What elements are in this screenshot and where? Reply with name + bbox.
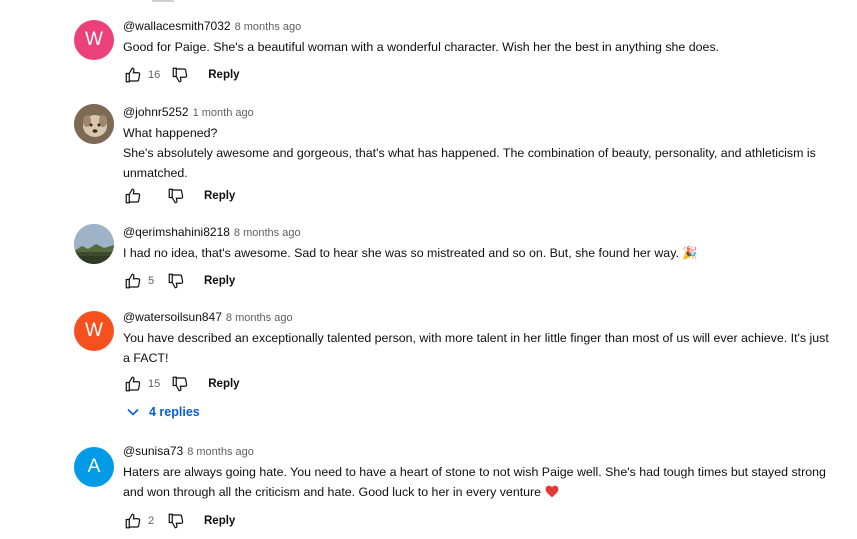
avatar[interactable]: W [74,20,114,60]
comment-line: She's absolutely awesome and gorgeous, t… [123,146,816,160]
avatar-letter: A [87,456,101,477]
reply-button[interactable]: Reply [208,378,239,390]
comment-line: unmatched. [123,166,188,180]
like-count: 5 [148,275,155,287]
avatar[interactable] [74,224,114,264]
thumbs-down-icon[interactable] [166,511,186,531]
comment-header: @wallacesmith7032 8 months ago [123,18,845,35]
comment-actions: 15 Reply [123,372,240,396]
thumbs-up-icon[interactable] [123,271,143,291]
comment-line: What happened? [123,126,218,140]
reply-button[interactable]: Reply [204,190,235,202]
author-name[interactable]: @watersoilsun847 [123,310,222,324]
comment-text: You have described an exceptionally tale… [123,328,845,368]
comment-text: I had no idea, that's awesome. Sad to he… [123,243,845,263]
view-replies-button[interactable]: 4 replies [127,405,200,419]
replies-label: 4 replies [149,405,200,419]
author-name[interactable]: @sunisa73 [123,444,183,458]
comment-line-with-emoji: and won through all the criticism and ha… [123,482,845,504]
comment-actions: 16 Reply [123,63,240,87]
author-name[interactable]: @qerimshahini8218 [123,225,230,239]
comment-line: Good for Paige. She's a beautiful woman … [123,40,720,54]
author-name[interactable]: @wallacesmith7032 [123,19,231,33]
comment-line: a FACT! [123,351,169,365]
comment-header: @watersoilsun847 8 months ago [123,309,845,326]
comment-actions: 5 Reply [123,269,235,293]
comment-line: You have described an exceptionally tale… [123,331,829,345]
comment-line: I had no idea, that's awesome. Sad to he… [123,246,698,260]
timestamp[interactable]: 1 month ago [193,107,254,119]
timestamp[interactable]: 8 months ago [235,21,302,33]
chevron-down-icon [127,408,139,416]
timestamp[interactable]: 8 months ago [187,446,254,458]
avatar-letter: W [85,29,103,50]
author-name[interactable]: @johnr5252 [123,105,189,119]
heart-emoji-icon [545,484,559,504]
avatar-letter: W [85,320,103,341]
comment-actions: 2 Reply [123,509,235,533]
dog-photo-avatar [74,104,114,144]
thumbs-up-icon[interactable] [123,511,143,531]
timestamp[interactable]: 8 months ago [226,312,293,324]
comment-text: Haters are always going hate. You need t… [123,462,845,504]
thumbs-down-icon[interactable] [170,65,190,85]
comment-line: Haters are always going hate. You need t… [123,465,826,479]
thumbs-down-icon[interactable] [170,374,190,394]
like-count: 2 [148,515,155,527]
thumbs-down-icon[interactable] [166,186,186,206]
comment-text: What happened? She's absolutely awesome … [123,123,845,183]
avatar[interactable]: A [74,447,114,487]
timestamp[interactable]: 8 months ago [234,227,301,239]
divider [152,0,174,2]
comment-actions: Reply [123,184,235,208]
reply-button[interactable]: Reply [208,69,239,81]
comment-text: Good for Paige. She's a beautiful woman … [123,37,845,57]
thumbs-down-icon[interactable] [166,271,186,291]
comment-line: and won through all the criticism and ha… [123,485,542,499]
comment-header: @johnr5252 1 month ago [123,104,845,121]
reply-button[interactable]: Reply [204,515,235,527]
comment-header: @qerimshahini8218 8 months ago [123,224,845,241]
thumbs-up-icon[interactable] [123,186,143,206]
reply-button[interactable]: Reply [204,275,235,287]
avatar[interactable]: W [74,311,114,351]
comment-header: @sunisa73 8 months ago [123,443,845,460]
thumbs-up-icon[interactable] [123,65,143,85]
thumbs-up-icon[interactable] [123,374,143,394]
like-count: 15 [148,378,161,390]
like-count: 16 [148,69,161,81]
avatar[interactable] [74,104,114,144]
landscape-photo-avatar [74,224,114,264]
